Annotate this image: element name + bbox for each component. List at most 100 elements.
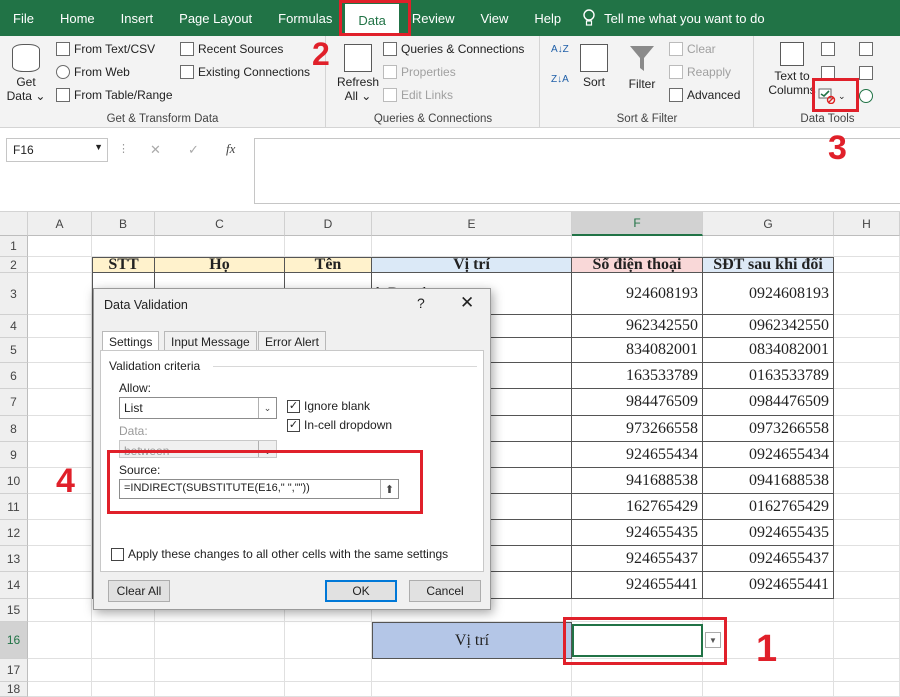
row-header-4[interactable]: 4: [0, 315, 28, 338]
text-to-columns-button[interactable]: Text to Columns: [767, 42, 817, 97]
sort-za-button[interactable]: Z↓A: [551, 74, 569, 85]
grid-cell[interactable]: [92, 236, 155, 257]
column-header-e[interactable]: E: [372, 212, 572, 236]
table-header-vitri[interactable]: Vị trí: [372, 257, 572, 273]
tab-settings[interactable]: Settings: [102, 331, 160, 351]
sort-az-button[interactable]: A↓Z: [551, 44, 569, 55]
queries-connections-button[interactable]: Queries & Connections: [383, 42, 524, 56]
row-header-8[interactable]: 8: [0, 416, 28, 442]
grid-cell[interactable]: [28, 236, 92, 257]
table-cell[interactable]: 834082001: [572, 338, 703, 363]
from-table-range-button[interactable]: From Table/Range: [56, 88, 173, 102]
clear-button[interactable]: Clear: [669, 42, 716, 56]
table-cell[interactable]: 0973266558: [703, 416, 834, 442]
tab-home[interactable]: Home: [47, 0, 108, 36]
table-header-stt[interactable]: STT: [92, 257, 155, 273]
properties-button[interactable]: Properties: [383, 65, 456, 79]
grid-cell[interactable]: [92, 659, 155, 682]
grid-cell[interactable]: [572, 682, 703, 697]
row-header-10[interactable]: 10: [0, 468, 28, 494]
row-header-16[interactable]: 16: [0, 622, 28, 659]
grid-cell[interactable]: [372, 682, 572, 697]
table-cell[interactable]: 0924655435: [703, 520, 834, 546]
allow-select[interactable]: List ⌄: [119, 397, 277, 419]
grid-cell[interactable]: [28, 315, 92, 338]
recent-sources-button[interactable]: Recent Sources: [180, 42, 283, 56]
grid-cell[interactable]: [28, 599, 92, 622]
data-model-icon[interactable]: [859, 89, 873, 103]
name-box[interactable]: F16 ▼: [6, 138, 108, 162]
tab-view[interactable]: View: [467, 0, 521, 36]
table-cell[interactable]: 0924655434: [703, 442, 834, 468]
grid-cell[interactable]: [834, 236, 900, 257]
grid-cell[interactable]: [834, 257, 900, 273]
table-cell[interactable]: 924608193: [572, 273, 703, 315]
grid-cell[interactable]: [834, 494, 900, 520]
select-all-corner[interactable]: [0, 212, 28, 236]
grid-cell[interactable]: [572, 236, 703, 257]
table-header-ten[interactable]: Tên: [285, 257, 372, 273]
table-cell[interactable]: 973266558: [572, 416, 703, 442]
row-header-12[interactable]: 12: [0, 520, 28, 546]
grid-cell[interactable]: [834, 659, 900, 682]
grid-cell[interactable]: [834, 363, 900, 389]
in-cell-dropdown-checkbox[interactable]: ✓ In-cell dropdown: [287, 418, 392, 432]
flash-fill-icon[interactable]: [821, 42, 835, 56]
table-cell[interactable]: 0941688538: [703, 468, 834, 494]
grid-cell[interactable]: [92, 622, 155, 659]
column-header-c[interactable]: C: [155, 212, 285, 236]
table-cell[interactable]: 0924655437: [703, 546, 834, 572]
clear-all-button[interactable]: Clear All: [108, 580, 170, 602]
grid-cell[interactable]: [155, 682, 285, 697]
table-header-sdt_new[interactable]: SĐT sau khi đổi: [703, 257, 834, 273]
row-header-14[interactable]: 14: [0, 572, 28, 599]
grid-cell[interactable]: [834, 622, 900, 659]
tab-file[interactable]: File: [0, 0, 47, 36]
column-header-b[interactable]: B: [92, 212, 155, 236]
grid-cell[interactable]: [834, 572, 900, 599]
ignore-blank-checkbox[interactable]: ✓ Ignore blank: [287, 399, 370, 413]
grid-cell[interactable]: [28, 273, 92, 315]
grid-cell[interactable]: [28, 389, 92, 416]
refresh-all-button[interactable]: Refresh All ⌄: [335, 44, 381, 103]
table-cell[interactable]: 924655434: [572, 442, 703, 468]
help-button[interactable]: ?: [417, 295, 425, 311]
row-header-5[interactable]: 5: [0, 338, 28, 363]
tab-error-alert[interactable]: Error Alert: [258, 331, 327, 351]
tell-me-search[interactable]: Tell me what you want to do: [582, 9, 765, 27]
tab-insert[interactable]: Insert: [108, 0, 167, 36]
close-button[interactable]: ✕: [460, 293, 474, 313]
grid-cell[interactable]: [28, 546, 92, 572]
row-header-15[interactable]: 15: [0, 599, 28, 622]
column-header-d[interactable]: D: [285, 212, 372, 236]
row-header-3[interactable]: 3: [0, 273, 28, 315]
table-cell[interactable]: 924655435: [572, 520, 703, 546]
advanced-button[interactable]: Advanced: [669, 88, 740, 102]
table-cell[interactable]: 162765429: [572, 494, 703, 520]
table-cell[interactable]: 0984476509: [703, 389, 834, 416]
cancel-icon[interactable]: ✕: [150, 142, 161, 158]
row-header-6[interactable]: 6: [0, 363, 28, 389]
table-header-sdt[interactable]: Số điện thoại: [572, 257, 703, 273]
grid-cell[interactable]: [834, 338, 900, 363]
tab-formulas[interactable]: Formulas: [265, 0, 345, 36]
table-cell[interactable]: 0924608193: [703, 273, 834, 315]
filter-button[interactable]: Filter: [625, 44, 659, 91]
table-cell[interactable]: 984476509: [572, 389, 703, 416]
table-header-ho[interactable]: Họ: [155, 257, 285, 273]
tab-help[interactable]: Help: [521, 0, 574, 36]
get-data-button[interactable]: Get Data ⌄: [6, 44, 46, 103]
tab-input-message[interactable]: Input Message: [164, 331, 257, 351]
grid-cell[interactable]: [285, 622, 372, 659]
column-header-h[interactable]: H: [834, 212, 900, 236]
reapply-button[interactable]: Reapply: [669, 65, 731, 79]
grid-cell[interactable]: [834, 468, 900, 494]
grid-cell[interactable]: [28, 682, 92, 697]
grid-cell[interactable]: [28, 572, 92, 599]
grid-cell[interactable]: [834, 389, 900, 416]
table-cell[interactable]: 962342550: [572, 315, 703, 338]
grid-cell[interactable]: [834, 416, 900, 442]
grid-cell[interactable]: [285, 659, 372, 682]
grid-cell[interactable]: [285, 682, 372, 697]
row-header-18[interactable]: 18: [0, 682, 28, 697]
